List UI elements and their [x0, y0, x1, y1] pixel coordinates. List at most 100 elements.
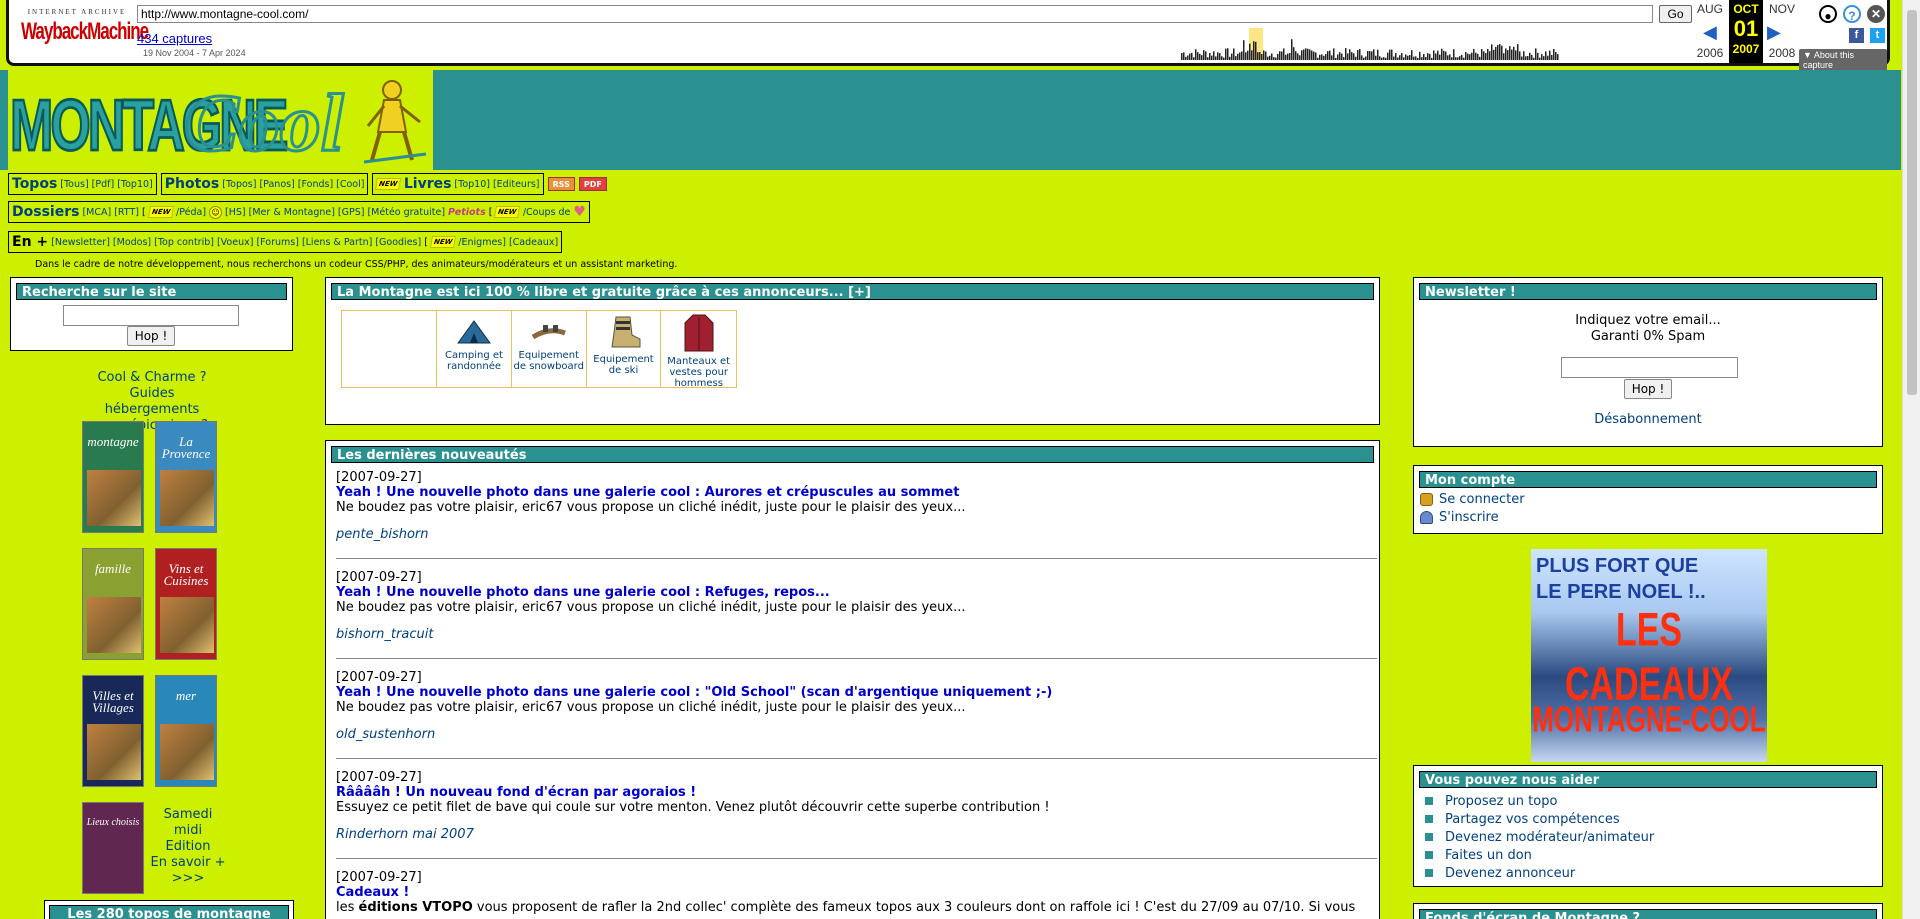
help-item-propose-topo[interactable]: Proposez un topo	[1420, 792, 1654, 810]
nav-dossiers-coups-de-coeur[interactable]: /Coups de	[523, 207, 571, 218]
help-item-become-moderator[interactable]: Devenez modérateur/animateur	[1420, 828, 1654, 846]
nav-dossiers-meteo[interactable]: [Météo gratuite]	[367, 207, 445, 218]
nav-topos-tous[interactable]: [Tous]	[60, 179, 88, 190]
scrollbar-thumb[interactable]	[1907, 10, 1917, 395]
facebook-icon[interactable]: f	[1849, 28, 1864, 43]
close-icon[interactable]: ✕	[1867, 5, 1885, 23]
search-input[interactable]	[63, 305, 239, 326]
news-title-link[interactable]: Yeah ! Une nouvelle photo dans une galer…	[336, 585, 1377, 600]
nav-newsletter[interactable]: [Newsletter]	[51, 237, 110, 248]
nav-modos[interactable]: [Modos]	[113, 237, 151, 248]
ad-ski[interactable]: Equipement de ski	[587, 311, 662, 387]
unsubscribe-link[interactable]: Désabonnement	[1414, 412, 1882, 427]
news-photo-link[interactable]: Rinderhorn mai 2007	[336, 827, 1377, 842]
rss-badge[interactable]: RSS	[547, 177, 575, 191]
nav-dossiers-peda[interactable]: /Péda]	[176, 207, 206, 218]
ads-panel-title[interactable]: La Montagne est ici 100 % libre et gratu…	[331, 283, 1374, 300]
nav-livres-editeurs[interactable]: [Editeurs]	[493, 179, 540, 190]
book-cover-provence[interactable]: La Provence	[155, 421, 217, 533]
news-title-link[interactable]: Yeah ! Une nouvelle photo dans une galer…	[336, 685, 1377, 700]
nav-photos-cool[interactable]: [Cool]	[336, 179, 364, 190]
prev-capture-arrow-icon[interactable]: ◀	[1703, 22, 1717, 43]
nav-dossiers-gps[interactable]: [GPS]	[338, 207, 365, 218]
news-title-link[interactable]: Rââââh ! Un nouveau fond d'écran par ago…	[336, 785, 1377, 800]
wayback-go-button[interactable]: Go	[1659, 5, 1692, 23]
search-button[interactable]: Hop !	[127, 326, 175, 346]
next-month-label[interactable]: NOV	[1765, 2, 1799, 16]
wayback-captures-link[interactable]: 434 captures	[137, 31, 212, 46]
help-item-label: Faites un don	[1445, 847, 1532, 863]
nav-dossiers-link[interactable]: Dossiers	[12, 204, 79, 220]
nav-row-enplus: En + [Newsletter] [Modos] [Top contrib] …	[8, 231, 563, 253]
book-cover-famille[interactable]: famille	[82, 548, 144, 660]
register-link[interactable]: S'inscrire	[1420, 510, 1499, 525]
capture-bar	[1389, 49, 1391, 60]
wayback-logo[interactable]: INTERNET ARCHIVE WaybackMachine	[21, 8, 149, 52]
nav-voeux[interactable]: [Voeux]	[217, 237, 253, 248]
prev-year-label[interactable]: 2006	[1693, 46, 1727, 60]
news-photo-link[interactable]: pente_bishorn	[336, 527, 1377, 542]
help-icon[interactable]: ?	[1843, 5, 1861, 23]
nav-enigmes[interactable]: /Enigmes]	[458, 237, 506, 248]
book-cover-montagne[interactable]: montagne	[82, 421, 144, 533]
site-logo[interactable]: MONTAGNE Cool	[8, 70, 433, 170]
nav-forums[interactable]: [Forums]	[256, 237, 298, 248]
news-title-link[interactable]: Cadeaux !	[336, 885, 1377, 900]
help-item-share-skills[interactable]: Partagez vos compétences	[1420, 810, 1654, 828]
book-cover-villes-villages[interactable]: Villes et Villages	[82, 675, 144, 787]
about-capture-button[interactable]: ▼ About this capture	[1799, 49, 1887, 71]
nav-livres-top10[interactable]: [Top10]	[454, 179, 490, 190]
nav-livres-link[interactable]: Livres	[404, 176, 452, 192]
capture-bar	[1547, 55, 1549, 60]
capture-bar	[1423, 53, 1425, 60]
book-cover-mer[interactable]: mer	[155, 675, 217, 787]
nav-topos-link[interactable]: Topos	[12, 176, 57, 192]
help-item-label: Devenez modérateur/animateur	[1445, 829, 1655, 845]
pdf-badge[interactable]: PDF	[578, 177, 607, 191]
nav-dossiers-petiots[interactable]: Petiots	[448, 207, 486, 218]
next-year-label[interactable]: 2008	[1765, 46, 1799, 60]
nav-dossiers-mer-montagne[interactable]: [Mer & Montagne]	[249, 207, 335, 218]
help-item-become-advertiser[interactable]: Devenez annonceur	[1420, 864, 1654, 882]
login-link[interactable]: Se connecter	[1420, 492, 1525, 507]
nav-photos-panos[interactable]: [Panos]	[259, 179, 294, 190]
nav-liens-partn[interactable]: [Liens & Partn]	[302, 237, 372, 248]
capture-bar	[1211, 55, 1213, 60]
book-cover-lieux-choisis[interactable]: Lieux choisis	[82, 802, 144, 894]
ad-camping[interactable]: Camping et randonnée	[437, 311, 512, 387]
twitter-icon[interactable]: t	[1870, 28, 1885, 43]
nav-goodies[interactable]: [Goodies]	[375, 237, 421, 248]
news-photo-link[interactable]: bishorn_tracuit	[336, 627, 1377, 642]
next-capture-arrow-icon[interactable]: ▶	[1767, 22, 1781, 43]
nav-cadeaux[interactable]: [Cadeaux]	[509, 237, 558, 248]
capture-bar	[1331, 55, 1333, 60]
nav-top-contrib[interactable]: [Top contrib]	[154, 237, 214, 248]
nav-dossiers-mca[interactable]: [MCA]	[82, 207, 111, 218]
nav-photos-link[interactable]: Photos	[165, 176, 220, 192]
news-title-link[interactable]: Yeah ! Une nouvelle photo dans une galer…	[336, 485, 1377, 500]
nav-dossiers-rtt[interactable]: [RTT]	[114, 207, 139, 218]
user-icon[interactable]: ●	[1819, 5, 1837, 23]
nav-photos-fonds[interactable]: [Fonds]	[298, 179, 333, 190]
wayback-capture-sparkline[interactable]	[959, 28, 1649, 60]
help-item-donate[interactable]: Faites un don	[1420, 846, 1654, 864]
ad-manteaux[interactable]: Manteaux et vestes pour hommess	[661, 311, 736, 389]
book-cover-vins-cuisines[interactable]: Vins et Cuisines	[155, 548, 217, 660]
capture-bar	[1183, 52, 1185, 60]
newsletter-email-input[interactable]	[1561, 357, 1738, 378]
capture-bar	[1289, 53, 1291, 60]
news-photo-link[interactable]: old_sustenhorn	[336, 727, 1377, 742]
books-more-link[interactable]: Samedi midi Edition En savoir + >>>	[148, 807, 228, 887]
capture-bar	[1353, 53, 1355, 60]
newsletter-submit-button[interactable]: Hop !	[1624, 379, 1672, 399]
nav-dossiers-hs[interactable]: [HS]	[225, 207, 246, 218]
nav-topos-top10[interactable]: [Top10]	[117, 179, 153, 190]
nav-topos-pdf[interactable]: [Pdf]	[92, 179, 115, 190]
capture-bar	[1321, 54, 1323, 60]
nav-photos-topos[interactable]: [Topos]	[222, 179, 256, 190]
wayback-url-input[interactable]: http://www.montagne-cool.com/	[137, 5, 1653, 23]
ad-snowboard[interactable]: Equipement de snowboard	[512, 311, 587, 387]
gifts-promo-banner[interactable]: PLUS FORT QUE LE PERE NOEL !.. LES CADEA…	[1531, 549, 1767, 762]
page-scrollbar[interactable]	[1902, 0, 1920, 919]
prev-month-label[interactable]: AUG	[1693, 2, 1727, 16]
